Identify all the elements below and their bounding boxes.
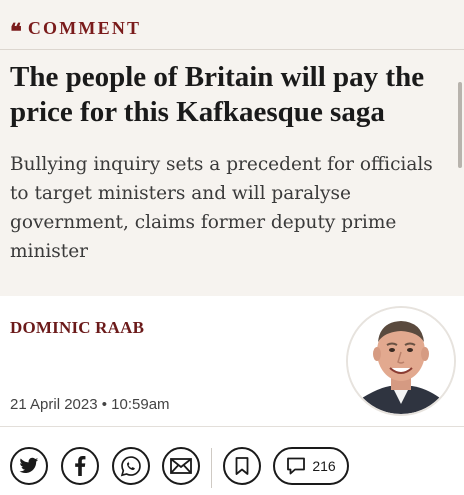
- author-portrait-icon: [348, 308, 454, 414]
- facebook-icon: [75, 456, 86, 476]
- quote-icon: ❝: [10, 18, 22, 45]
- section-kicker[interactable]: ❝ COMMENT: [10, 18, 142, 45]
- bookmark-button[interactable]: [223, 447, 261, 485]
- comments-button[interactable]: 216: [273, 447, 349, 485]
- publish-date: 21 April 2023 • 10:59am: [10, 396, 170, 413]
- share-twitter-button[interactable]: [10, 447, 48, 485]
- article-headline: The people of Britain will pay the price…: [10, 61, 425, 128]
- comment-count: 216: [312, 458, 336, 474]
- header-divider: [0, 49, 464, 50]
- article-standfirst: Bullying inquiry sets a precedent for of…: [10, 154, 433, 262]
- share-separator: [211, 448, 212, 488]
- author-avatar: [346, 306, 456, 416]
- bookmark-icon: [235, 457, 249, 475]
- author-name[interactable]: DOMINIC RAAB: [10, 318, 144, 338]
- twitter-icon: [19, 457, 39, 473]
- article-header: ❝ COMMENT The people of Britain will pay…: [0, 0, 464, 296]
- scrollbar[interactable]: [458, 82, 462, 168]
- email-icon: [170, 458, 192, 474]
- share-whatsapp-button[interactable]: [112, 447, 150, 485]
- share-email-button[interactable]: [162, 447, 200, 485]
- share-facebook-button[interactable]: [61, 447, 99, 485]
- whatsapp-icon: [120, 456, 141, 477]
- section-label: COMMENT: [27, 18, 142, 38]
- share-divider: [0, 426, 464, 427]
- comment-icon: [287, 457, 306, 475]
